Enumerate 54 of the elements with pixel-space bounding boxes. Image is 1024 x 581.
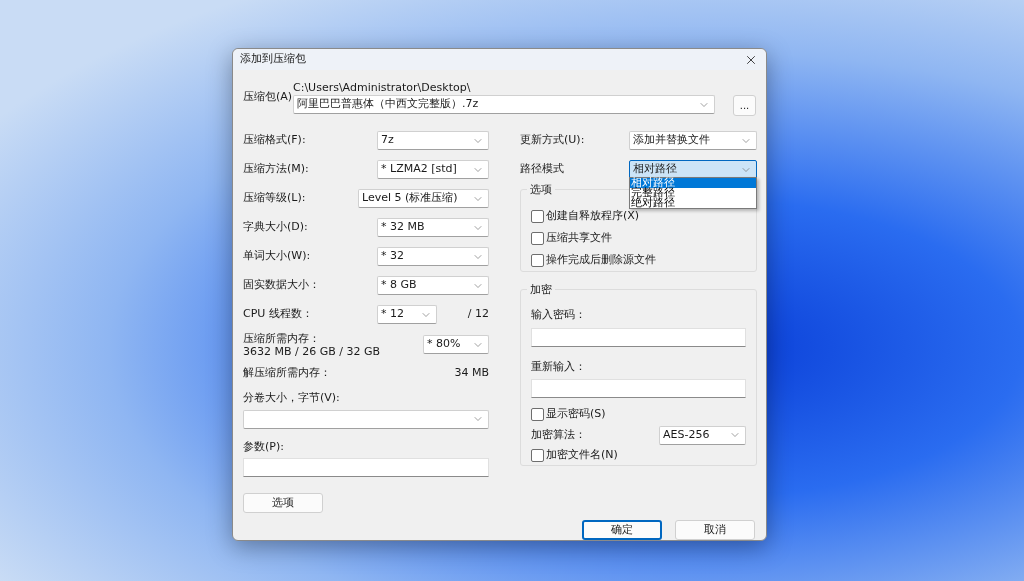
dropdown[interactable]: * 32 MB xyxy=(377,218,489,237)
checkbox[interactable] xyxy=(531,253,544,267)
volume-size-combo[interactable] xyxy=(243,409,489,429)
dropdown[interactable]: 7z xyxy=(377,131,489,150)
checkbox-label: 显示密码(S) xyxy=(546,405,606,422)
dialog-button[interactable]: 确定 xyxy=(582,520,662,540)
dropdown-option[interactable]: 完整路径 xyxy=(630,188,756,198)
dropdown[interactable]: AES-256 xyxy=(659,425,746,445)
field-label: 解压缩所需内存： xyxy=(243,364,331,381)
checkbox-label: 操作完成后删除源文件 xyxy=(546,251,656,268)
field-label: 压缩格式(F): xyxy=(243,132,306,149)
dropdown[interactable]: * 80% xyxy=(423,335,489,354)
thread-total: / 12 xyxy=(467,306,489,323)
checkbox[interactable] xyxy=(531,231,544,245)
dropdown-option[interactable]: 相对路径 xyxy=(630,178,756,188)
window-title: 添加到压缩包 xyxy=(240,51,306,68)
field-label: 字典大小(D): xyxy=(243,219,308,236)
field-label: CPU 线程数： xyxy=(243,307,313,321)
field-label: 单词大小(W): xyxy=(243,248,311,265)
options-button[interactable]: 选项 xyxy=(243,493,323,513)
memory-usage: 3632 MB / 26 GB / 32 GB xyxy=(243,344,381,358)
checkbox[interactable] xyxy=(531,448,544,462)
field-label: 压缩所需内存： xyxy=(243,331,321,345)
dropdown[interactable]: * LZMA2 [std] xyxy=(377,160,489,179)
input-field[interactable] xyxy=(243,458,489,477)
field-label: 加密算法： xyxy=(531,426,586,443)
field-label: 压缩方法(M): xyxy=(243,161,309,178)
browse-button[interactable]: ... xyxy=(733,95,756,116)
field-label: 压缩等级(L): xyxy=(243,190,306,207)
dropdown[interactable]: * 32 xyxy=(377,247,489,266)
dialog-button[interactable]: 取消 xyxy=(675,520,755,540)
dropdown[interactable]: Level 5 (标准压缩) xyxy=(358,189,489,208)
folder-path: C:\Users\Administrator\Desktop\ xyxy=(293,81,472,95)
checkbox[interactable] xyxy=(531,407,544,421)
field-label: 路径模式 xyxy=(520,161,564,178)
input-field[interactable] xyxy=(531,379,746,398)
dropdown[interactable]: 添加并替换文件 xyxy=(629,131,757,150)
checkbox[interactable] xyxy=(531,209,544,223)
input-field[interactable] xyxy=(531,327,746,347)
field-label: 输入密码： xyxy=(531,307,587,323)
field-label: 更新方式(U): xyxy=(520,132,585,149)
field-label: 固实数据大小： xyxy=(243,277,320,294)
field-label: 参数(P): xyxy=(243,438,285,455)
checkbox-label: 压缩共享文件 xyxy=(546,229,612,246)
dropdown[interactable]: * 8 GB xyxy=(377,276,489,295)
memory-value: 34 MB xyxy=(454,364,489,381)
dropdown-option[interactable]: 绝对路径 xyxy=(630,198,756,208)
checkbox-label: 创建自释放程序(X) xyxy=(546,208,640,224)
archive-name-combo[interactable]: 阿里巴巴普惠体（中西文完整版）.7z xyxy=(293,95,715,114)
dropdown[interactable]: * 12 xyxy=(377,305,437,324)
field-label: 分卷大小，字节(V): xyxy=(243,390,341,406)
field-label: 重新输入： xyxy=(531,358,587,375)
field-label: 压缩包(A) xyxy=(243,89,293,105)
checkbox-label: 加密文件名(N) xyxy=(546,446,618,463)
